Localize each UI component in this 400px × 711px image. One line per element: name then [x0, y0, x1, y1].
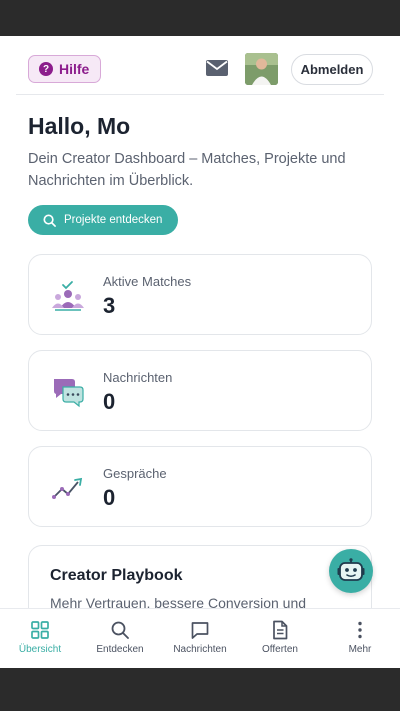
stat-value: 0 — [103, 389, 116, 414]
stat-value: 3 — [103, 293, 116, 318]
search-icon — [43, 213, 56, 227]
grid-icon — [31, 621, 49, 639]
matches-icon — [52, 281, 84, 311]
tab-discover[interactable]: Entdecken — [82, 609, 158, 668]
tab-more[interactable]: Mehr — [322, 609, 398, 668]
chat-bubbles-icon — [54, 379, 84, 408]
more-icon — [358, 621, 362, 639]
top-bar: ? Hilfe Abmelden — [16, 36, 384, 95]
system-bar — [0, 668, 400, 711]
stat-label: Gespräche — [103, 466, 167, 481]
intro-text: Dein Creator Dashboard – Matches, Projek… — [28, 151, 346, 189]
playbook-title: Creator Playbook — [50, 567, 183, 584]
tab-label: Offerten — [262, 644, 298, 655]
page-title: Hallo, Mo — [28, 113, 131, 139]
app-screen: ? Hilfe Abmelden Hallo, Mo Dein Creator … — [0, 36, 400, 668]
tab-messages[interactable]: Nachrichten — [162, 609, 238, 668]
help-icon: ? — [39, 62, 53, 76]
search-icon — [111, 621, 129, 639]
message-icon — [191, 622, 209, 639]
stat-card-conversations[interactable]: Gespräche 0 — [28, 446, 372, 527]
help-button[interactable]: ? Hilfe — [28, 55, 102, 83]
tab-overview[interactable]: Übersicht — [2, 609, 78, 668]
tab-label: Nachrichten — [173, 644, 227, 655]
mail-icon[interactable] — [206, 60, 228, 76]
tab-label: Übersicht — [18, 644, 62, 655]
stat-value: 0 — [103, 485, 116, 510]
trend-icon — [52, 477, 83, 499]
avatar[interactable] — [245, 53, 278, 85]
tab-label: Entdecken — [96, 644, 144, 655]
discover-projects-label: Projekte entdecken — [64, 214, 163, 226]
chatbot-button[interactable] — [329, 549, 373, 593]
bottom-tab-bar: Übersicht Entdecken Nachrichten Offerten — [0, 608, 400, 668]
stat-card-matches[interactable]: Aktive Matches 3 — [28, 254, 372, 335]
discover-projects-button[interactable]: Projekte entdecken — [28, 205, 178, 235]
stat-label: Aktive Matches — [103, 274, 192, 289]
robot-icon — [337, 558, 365, 581]
logout-button[interactable]: Abmelden — [291, 54, 373, 85]
tab-offers[interactable]: Offerten — [242, 609, 318, 668]
document-icon — [273, 620, 288, 640]
tab-label: Mehr — [348, 644, 372, 655]
stat-card-messages[interactable]: Nachrichten 0 — [28, 350, 372, 431]
help-label: Hilfe — [59, 61, 90, 77]
status-bar — [0, 0, 400, 36]
stat-label: Nachrichten — [103, 370, 173, 385]
